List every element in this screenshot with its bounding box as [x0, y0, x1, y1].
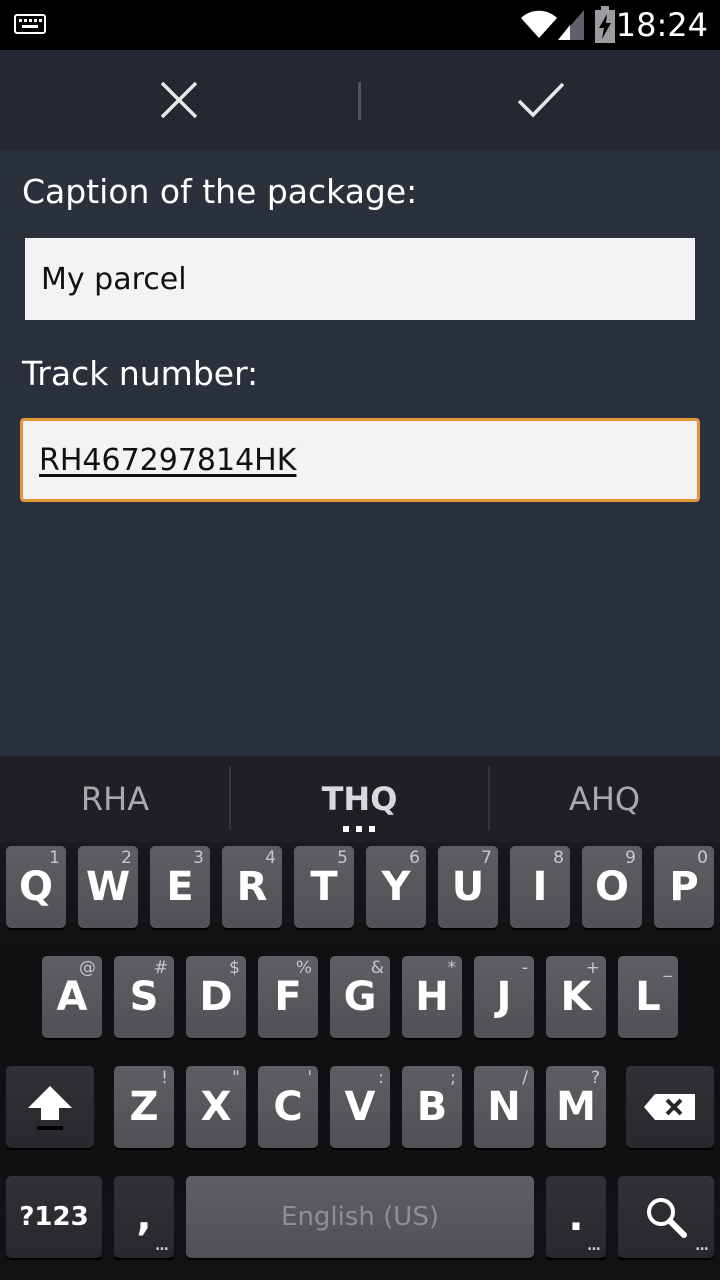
more-suggestions-icon	[343, 826, 375, 834]
shift-icon	[28, 1086, 72, 1130]
shift-key[interactable]	[6, 1066, 94, 1148]
key-d[interactable]: D $	[186, 956, 246, 1038]
space-key[interactable]: English (US)	[186, 1176, 534, 1258]
key-w[interactable]: W2	[78, 846, 138, 928]
key-m[interactable]: M?	[546, 1066, 606, 1148]
suggestion-strip: RHA THQ AHQ	[0, 756, 720, 842]
suggestion-3[interactable]: AHQ	[489, 756, 720, 842]
key-h[interactable]: H *	[402, 956, 462, 1038]
status-bar: 18:24	[0, 0, 720, 50]
comma-key[interactable]: ,...	[114, 1176, 174, 1258]
caption-input[interactable]	[25, 238, 695, 320]
keyboard-icon	[14, 14, 46, 34]
backspace-key[interactable]	[626, 1066, 714, 1148]
key-e[interactable]: E3	[150, 846, 210, 928]
status-clock: 18:24	[615, 6, 708, 44]
soft-keyboard: RHA THQ AHQ Q1 W2 E3 R4 T5 Y6 U7 I8 O9 P…	[0, 756, 720, 1280]
close-icon	[160, 81, 198, 119]
key-p[interactable]: P0	[654, 846, 714, 928]
battery-charging-icon	[595, 6, 615, 43]
check-icon	[517, 82, 564, 118]
action-bar	[0, 50, 720, 150]
key-o[interactable]: O9	[582, 846, 642, 928]
key-n[interactable]: N /	[474, 1066, 534, 1148]
suggestion-1[interactable]: RHA	[0, 756, 230, 842]
key-z[interactable]: Z!	[114, 1066, 174, 1148]
signal-icon	[558, 10, 584, 40]
key-x[interactable]: X "	[186, 1066, 246, 1148]
track-number-label: Track number:	[22, 354, 259, 393]
key-v[interactable]: V:	[330, 1066, 390, 1148]
caption-label: Caption of the package:	[22, 172, 418, 211]
key-y[interactable]: Y6	[366, 846, 426, 928]
confirm-button[interactable]	[361, 50, 720, 150]
key-u[interactable]: U7	[438, 846, 498, 928]
key-i[interactable]: I8	[510, 846, 570, 928]
backspace-icon	[644, 1094, 695, 1120]
cancel-button[interactable]	[0, 50, 358, 150]
key-j[interactable]: J-	[474, 956, 534, 1038]
key-c[interactable]: C '	[258, 1066, 318, 1148]
key-b[interactable]: B;	[402, 1066, 462, 1148]
key-k[interactable]: K +	[546, 956, 606, 1038]
search-key[interactable]: ...	[618, 1176, 714, 1258]
period-key[interactable]: ....	[546, 1176, 606, 1258]
key-q[interactable]: Q1	[6, 846, 66, 928]
wifi-icon	[521, 10, 557, 38]
search-icon	[647, 1198, 687, 1238]
symbols-key[interactable]: ?123	[6, 1176, 102, 1258]
key-g[interactable]: G &	[330, 956, 390, 1038]
key-r[interactable]: R4	[222, 846, 282, 928]
key-a[interactable]: A @	[42, 956, 102, 1038]
track-number-input[interactable]	[20, 418, 700, 502]
key-t[interactable]: T5	[294, 846, 354, 928]
key-f[interactable]: F%	[258, 956, 318, 1038]
key-s[interactable]: S #	[114, 956, 174, 1038]
key-l[interactable]: L _	[618, 956, 678, 1038]
